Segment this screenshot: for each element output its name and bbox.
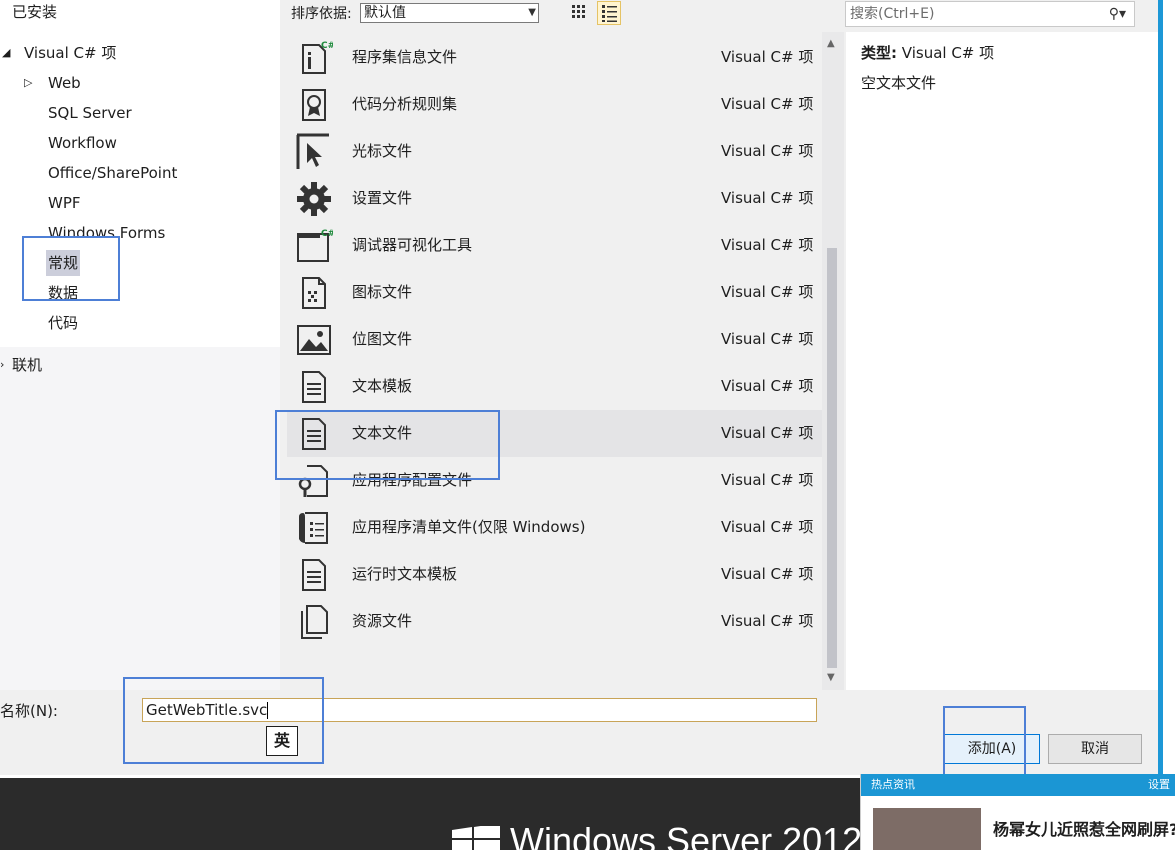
item-name: 代码分析规则集	[352, 95, 458, 113]
windows-logo-icon	[452, 826, 500, 850]
list-item[interactable]: 代码分析规则集 Visual C# 项	[287, 81, 822, 128]
list-item[interactable]: 应用程序清单文件(仅限 Windows) Visual C# 项	[287, 504, 822, 551]
item-type: Visual C# 项	[721, 471, 814, 489]
item-type: Visual C# 项	[721, 377, 814, 395]
item-type: Visual C# 项	[721, 424, 814, 442]
search-placeholder: 搜索(Ctrl+E)	[850, 6, 935, 22]
name-label: 名称(N):	[0, 702, 58, 720]
manifest-icon	[299, 512, 328, 544]
item-type: Visual C# 项	[721, 236, 814, 254]
cursor-icon	[296, 133, 329, 169]
item-type: Visual C# 项	[721, 189, 814, 207]
visualizer-icon: C#	[297, 229, 333, 262]
type-label: 类型:	[861, 44, 897, 62]
toolbar: 排序依据: 默认值 ▼ 搜索(Ctrl+E) ⚲▾	[280, 0, 1158, 30]
scroll-thumb[interactable]	[827, 248, 837, 668]
tree-item-sql-server[interactable]: SQL Server	[48, 100, 132, 126]
list-item[interactable]: 设置文件 Visual C# 项	[287, 175, 822, 222]
search-input[interactable]: 搜索(Ctrl+E) ⚲▾	[845, 1, 1135, 27]
item-name: 光标文件	[352, 142, 413, 160]
item-type: Visual C# 项	[721, 48, 814, 66]
tree-item-wpf[interactable]: WPF	[48, 190, 81, 216]
item-type: Visual C# 项	[721, 95, 814, 113]
list-view-icon	[602, 5, 617, 22]
resource-file-icon	[301, 605, 328, 639]
tree-item-office-sharepoint[interactable]: Office/SharePoint	[48, 160, 177, 186]
news-header-title: 热点资讯	[871, 778, 915, 791]
item-name: 位图文件	[352, 330, 413, 348]
tree-item-code[interactable]: 代码	[48, 310, 78, 336]
template-list: C# 程序集信息文件 Visual C# 项 代码分析规则集 Visual C#…	[287, 32, 822, 690]
news-popup[interactable]: 热点资讯 设置 杨幂女儿近照惹全网刷屏?	[860, 774, 1175, 850]
bitmap-icon	[297, 325, 331, 355]
add-new-item-dialog: 已安装 ◢ Visual C# 项 ▷ Web SQL Server Workf…	[0, 0, 1158, 777]
runtime-template-icon	[302, 559, 326, 591]
gear-icon	[297, 182, 331, 216]
item-type: Visual C# 项	[721, 283, 814, 301]
item-description: 空文本文件	[861, 74, 937, 92]
item-name: 文本模板	[352, 377, 413, 395]
scroll-down-icon[interactable]: ▼	[827, 672, 835, 683]
item-name: 程序集信息文件	[352, 48, 458, 66]
highlight-box-name	[123, 677, 324, 764]
news-settings-link[interactable]: 设置	[1148, 774, 1170, 796]
list-item[interactable]: 文本模板 Visual C# 项	[287, 363, 822, 410]
list-item[interactable]: C# 程序集信息文件 Visual C# 项	[287, 34, 822, 81]
icon-file-icon	[302, 277, 326, 309]
item-name: 调试器可视化工具	[352, 236, 473, 254]
item-name: 资源文件	[352, 612, 413, 630]
news-thumbnail[interactable]	[873, 808, 981, 850]
tree-visual-csharp[interactable]: Visual C# 项	[24, 40, 116, 66]
text-template-icon	[302, 371, 326, 403]
small-icons-view-button[interactable]	[567, 1, 591, 25]
tree-item-workflow[interactable]: Workflow	[48, 130, 117, 156]
tree-online[interactable]: 联机	[12, 352, 42, 378]
item-type: Visual C# 项	[721, 612, 814, 630]
sort-value: 默认值	[364, 5, 406, 21]
svg-text:C#: C#	[321, 229, 333, 239]
item-type: Visual C# 项	[721, 142, 814, 160]
sort-label: 排序依据:	[291, 6, 352, 22]
item-type: Visual C# 项	[721, 330, 814, 348]
os-name-text: Windows Server 2012	[510, 820, 863, 850]
item-type: Visual C# 项	[721, 518, 814, 536]
highlight-box-text-file	[275, 410, 500, 480]
cancel-button[interactable]: 取消	[1048, 734, 1142, 764]
list-scrollbar[interactable]: ▲ ▼	[822, 32, 844, 690]
list-item[interactable]: 图标文件 Visual C# 项	[287, 269, 822, 316]
tree-installed[interactable]: 已安装	[12, 0, 57, 25]
highlight-box-add	[943, 706, 1026, 777]
list-item[interactable]: 运行时文本模板 Visual C# 项	[287, 551, 822, 598]
item-name: 图标文件	[352, 283, 413, 301]
highlight-box-general	[22, 236, 120, 301]
assembly-info-icon: C#	[302, 41, 333, 74]
tree-item-web[interactable]: Web	[48, 70, 81, 96]
list-item[interactable]: 资源文件 Visual C# 项	[287, 598, 822, 645]
collapsed-arrow-icon[interactable]: ▷	[24, 70, 32, 96]
list-item[interactable]: 光标文件 Visual C# 项	[287, 128, 822, 175]
chevron-down-icon: ▼	[528, 7, 536, 18]
collapsed-arrow-icon[interactable]: ›	[0, 352, 4, 378]
background-window-edge	[1163, 0, 1175, 780]
svg-text:C#: C#	[321, 41, 333, 51]
ruleset-icon	[302, 89, 326, 121]
expand-arrow-icon[interactable]: ◢	[2, 40, 10, 66]
search-icon[interactable]: ⚲▾	[1109, 2, 1126, 26]
item-name: 应用程序清单文件(仅限 Windows)	[352, 518, 586, 536]
list-view-button[interactable]	[597, 1, 621, 25]
sort-dropdown[interactable]: 默认值 ▼	[360, 3, 539, 23]
list-item[interactable]: C# 调试器可视化工具 Visual C# 项	[287, 222, 822, 269]
grid-view-icon	[572, 5, 585, 18]
type-value: Visual C# 项	[901, 44, 995, 62]
news-header: 热点资讯 设置	[861, 774, 1175, 796]
list-item[interactable]: 位图文件 Visual C# 项	[287, 316, 822, 363]
item-details-pane: 类型: Visual C# 项 空文本文件	[846, 32, 1158, 690]
news-headline[interactable]: 杨幂女儿近照惹全网刷屏?	[993, 816, 1175, 840]
item-type-info: 类型: Visual C# 项	[861, 42, 994, 63]
item-type: Visual C# 项	[721, 565, 814, 583]
template-tree-pane: 已安装 ◢ Visual C# 项 ▷ Web SQL Server Workf…	[0, 0, 280, 690]
item-name: 设置文件	[352, 189, 413, 207]
scroll-up-icon[interactable]: ▲	[827, 38, 835, 49]
item-name: 运行时文本模板	[352, 565, 458, 583]
